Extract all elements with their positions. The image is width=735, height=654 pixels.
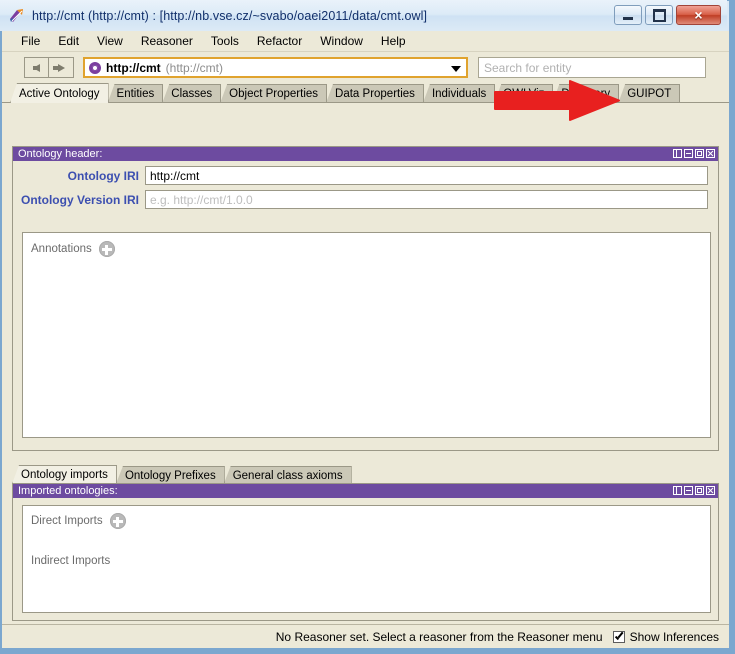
imported-ontologies-title-bar: Imported ontologies: [13,484,718,498]
protege-icon [8,7,26,25]
menu-tools[interactable]: Tools [202,32,248,50]
tab-label: Classes [171,88,213,100]
tab-label: Active Ontology [19,87,100,100]
ontology-selector-name: http://cmt [106,60,161,75]
add-direct-import-button[interactable] [109,513,126,529]
ontology-selector-combo[interactable]: http://cmt (http://cmt) [83,57,468,78]
ontology-iri-label: Ontology IRI [67,168,139,183]
show-inferences-control[interactable]: Show Inferences [612,629,719,644]
minimize-button[interactable] [614,5,642,25]
minimize-panel-icon[interactable] [684,149,693,158]
tab-object-properties[interactable]: Object Properties [220,84,328,103]
tab-label: Individuals [431,88,487,100]
panel-title-label: Ontology header: [18,148,103,160]
split-pane-icon[interactable] [673,486,682,495]
toolbar: http://cmt (http://cmt) Search for entit… [2,52,729,83]
ontology-iri-input[interactable]: http://cmt [145,166,708,185]
panel-controls [673,149,715,158]
client-area: File Edit View Reasoner Tools Refactor W… [2,31,729,648]
tab-entities[interactable]: Entities [107,84,164,103]
add-annotation-button[interactable] [98,241,115,257]
tab-label: OWLViz [503,88,545,100]
imports-list-box[interactable]: Direct Imports Indirect Imports [22,505,711,613]
menu-window[interactable]: Window [311,32,372,50]
lower-tab-bar: Ontology imports Ontology Prefixes Gener… [12,464,352,484]
tab-ontology-imports[interactable]: Ontology imports [12,465,117,484]
direct-imports-header: Direct Imports [31,513,126,529]
split-pane-icon[interactable] [673,149,682,158]
tab-label: General class axioms [232,469,343,482]
direct-imports-label: Direct Imports [31,515,103,528]
ontology-version-iri-input[interactable]: e.g. http://cmt/1.0.0 [145,190,708,209]
annotations-header: Annotations [31,241,115,257]
close-panel-icon[interactable] [706,486,715,495]
tab-label: DL Query [561,88,611,100]
reasoner-status-message: No Reasoner set. Select a reasoner from … [275,629,603,644]
tab-label: Data Properties [335,88,415,100]
ontology-icon [89,61,101,74]
tab-guipot[interactable]: GUIPOT [618,84,681,103]
menu-help[interactable]: Help [372,32,415,50]
tab-individuals[interactable]: Individuals [422,84,496,103]
tab-owlviz[interactable]: OWLViz [494,84,554,103]
arrow-right-icon [52,63,65,72]
tab-label: Object Properties [229,88,319,100]
tab-label: Entities [116,88,155,100]
panel-title-label: Imported ontologies: [18,485,118,497]
show-inferences-checkbox[interactable] [612,630,625,643]
menu-file[interactable]: File [12,32,49,50]
indirect-imports-label: Indirect Imports [31,555,111,567]
annotations-label: Annotations [31,243,92,256]
maximize-button[interactable] [645,5,673,25]
menu-view[interactable]: View [88,32,132,50]
active-ontology-view: Ontology header: Ontology IRI http://cmt… [2,134,729,648]
menu-refactor[interactable]: Refactor [248,32,311,50]
tab-label: Ontology Prefixes [124,469,216,482]
ontology-version-iri-label: Ontology Version IRI [20,192,139,207]
arrow-left-icon [33,63,40,72]
show-inferences-label: Show Inferences [629,629,719,644]
minimize-panel-icon[interactable] [684,486,693,495]
status-bar: No Reasoner set. Select a reasoner from … [2,624,729,648]
title-bar: http://cmt (http://cmt) : [http://nb.vse… [0,0,727,31]
menu-reasoner[interactable]: Reasoner [132,32,202,50]
maximize-icon [652,8,666,22]
search-placeholder: Search for entity [484,60,572,75]
back-button[interactable] [24,57,49,78]
ontology-header-panel: Ontology header: Ontology IRI http://cmt… [12,146,719,451]
menu-edit[interactable]: Edit [49,32,88,50]
lower-section: Ontology imports Ontology Prefixes Gener… [2,464,729,624]
tab-ontology-prefixes[interactable]: Ontology Prefixes [115,466,225,484]
application-window: http://cmt (http://cmt) : [http://nb.vse… [0,0,735,654]
panel-controls [673,486,715,495]
search-input[interactable]: Search for entity [478,57,706,78]
ontology-selector-alt: (http://cmt) [165,60,223,75]
window-title: http://cmt (http://cmt) : [http://nb.vse… [32,8,428,23]
tab-label: GUIPOT [627,88,672,100]
ontology-version-iri-row: Ontology Version IRI e.g. http://cmt/1.0… [13,190,708,209]
tab-data-properties[interactable]: Data Properties [326,84,424,103]
indirect-imports-header: Indirect Imports [31,553,110,567]
tab-active-ontology[interactable]: Active Ontology [10,83,109,103]
minimize-icon [623,16,633,20]
menu-bar: File Edit View Reasoner Tools Refactor W… [2,31,729,52]
tab-label: Ontology imports [21,469,108,481]
maximize-panel-icon[interactable] [695,149,704,158]
forward-button[interactable] [49,57,74,78]
close-icon: × [694,7,703,23]
imported-ontologies-panel: Imported ontologies: Direct Imports Indi… [12,483,719,621]
tab-classes[interactable]: Classes [162,84,222,103]
tab-general-class-axioms[interactable]: General class axioms [223,466,352,484]
ontology-header-title-bar: Ontology header: [13,147,718,161]
annotations-box[interactable]: Annotations [22,232,711,438]
window-controls: × [614,5,721,25]
main-tab-bar: Active Ontology Entities Classes Object … [2,83,729,103]
maximize-panel-icon[interactable] [695,486,704,495]
ontology-iri-row: Ontology IRI http://cmt [13,166,708,185]
close-panel-icon[interactable] [706,149,715,158]
close-button[interactable]: × [676,5,721,25]
chevron-down-icon[interactable] [451,66,461,72]
tab-dl-query[interactable]: DL Query [552,84,620,103]
